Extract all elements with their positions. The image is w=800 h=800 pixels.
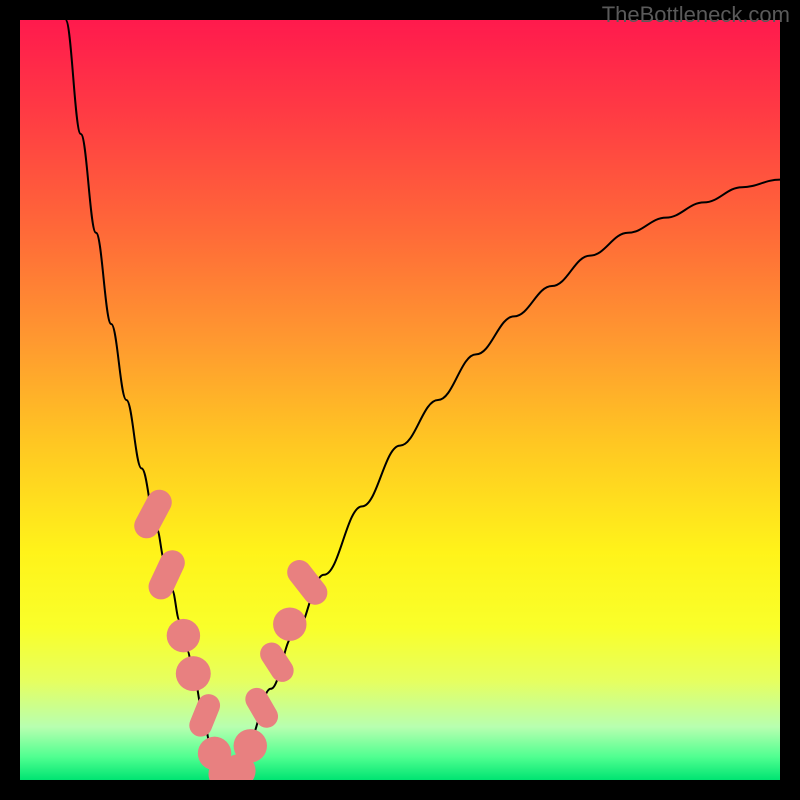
watermark-text: TheBottleneck.com (602, 2, 790, 28)
chart-plot-area (20, 20, 780, 780)
chart-frame: TheBottleneck.com (0, 0, 800, 800)
